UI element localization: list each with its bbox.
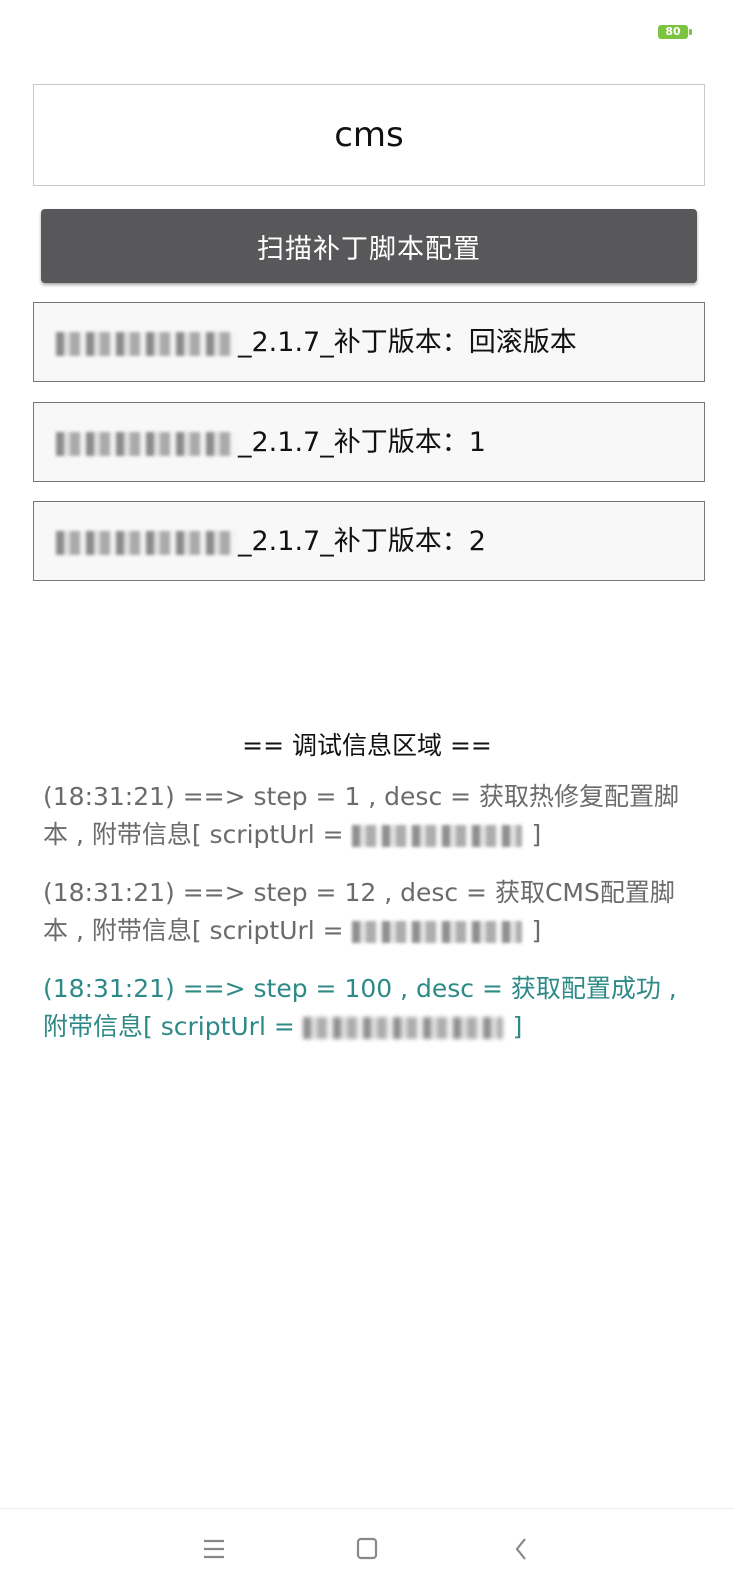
patch-item-label: _2.1.7_补丁版本：回滚版本: [238, 327, 577, 358]
redacted-text: [56, 530, 236, 555]
back-icon[interactable]: [502, 1531, 542, 1567]
redacted-text: [351, 825, 522, 847]
patch-item-label: _2.1.7_补丁版本：2: [238, 526, 486, 557]
patch-item[interactable]: _2.1.7_补丁版本：回滚版本: [33, 302, 705, 382]
log-entry-suffix: ]: [504, 1012, 523, 1041]
scan-patch-config-button[interactable]: 扫描补丁脚本配置: [41, 209, 697, 283]
redacted-text: [56, 431, 236, 456]
menu-icon[interactable]: [194, 1531, 234, 1567]
log-entry-suffix: ]: [523, 820, 542, 849]
debug-section-title: == 调试信息区域 ==: [242, 731, 492, 760]
log-entry-success: (18:31:21) ==> step = 100 , desc = 获取配置成…: [43, 970, 683, 1046]
log-entry-suffix: ]: [523, 916, 542, 945]
battery-icon: 80: [658, 25, 692, 39]
patch-item[interactable]: _2.1.7_补丁版本：1: [33, 402, 705, 482]
patch-item[interactable]: _2.1.7_补丁版本：2: [33, 501, 705, 581]
redacted-text: [56, 331, 236, 356]
patch-item-label: _2.1.7_补丁版本：1: [238, 427, 486, 458]
status-bar: 80: [0, 0, 734, 64]
keyword-input[interactable]: [33, 84, 705, 186]
log-entry: (18:31:21) ==> step = 12 , desc = 获取CMS配…: [43, 874, 683, 950]
navigation-bar: [0, 1508, 734, 1588]
log-entry: (18:31:21) ==> step = 1 , desc = 获取热修复配置…: [43, 778, 683, 854]
redacted-text: [351, 921, 522, 943]
home-icon[interactable]: [347, 1531, 387, 1567]
redacted-text: [302, 1017, 503, 1039]
